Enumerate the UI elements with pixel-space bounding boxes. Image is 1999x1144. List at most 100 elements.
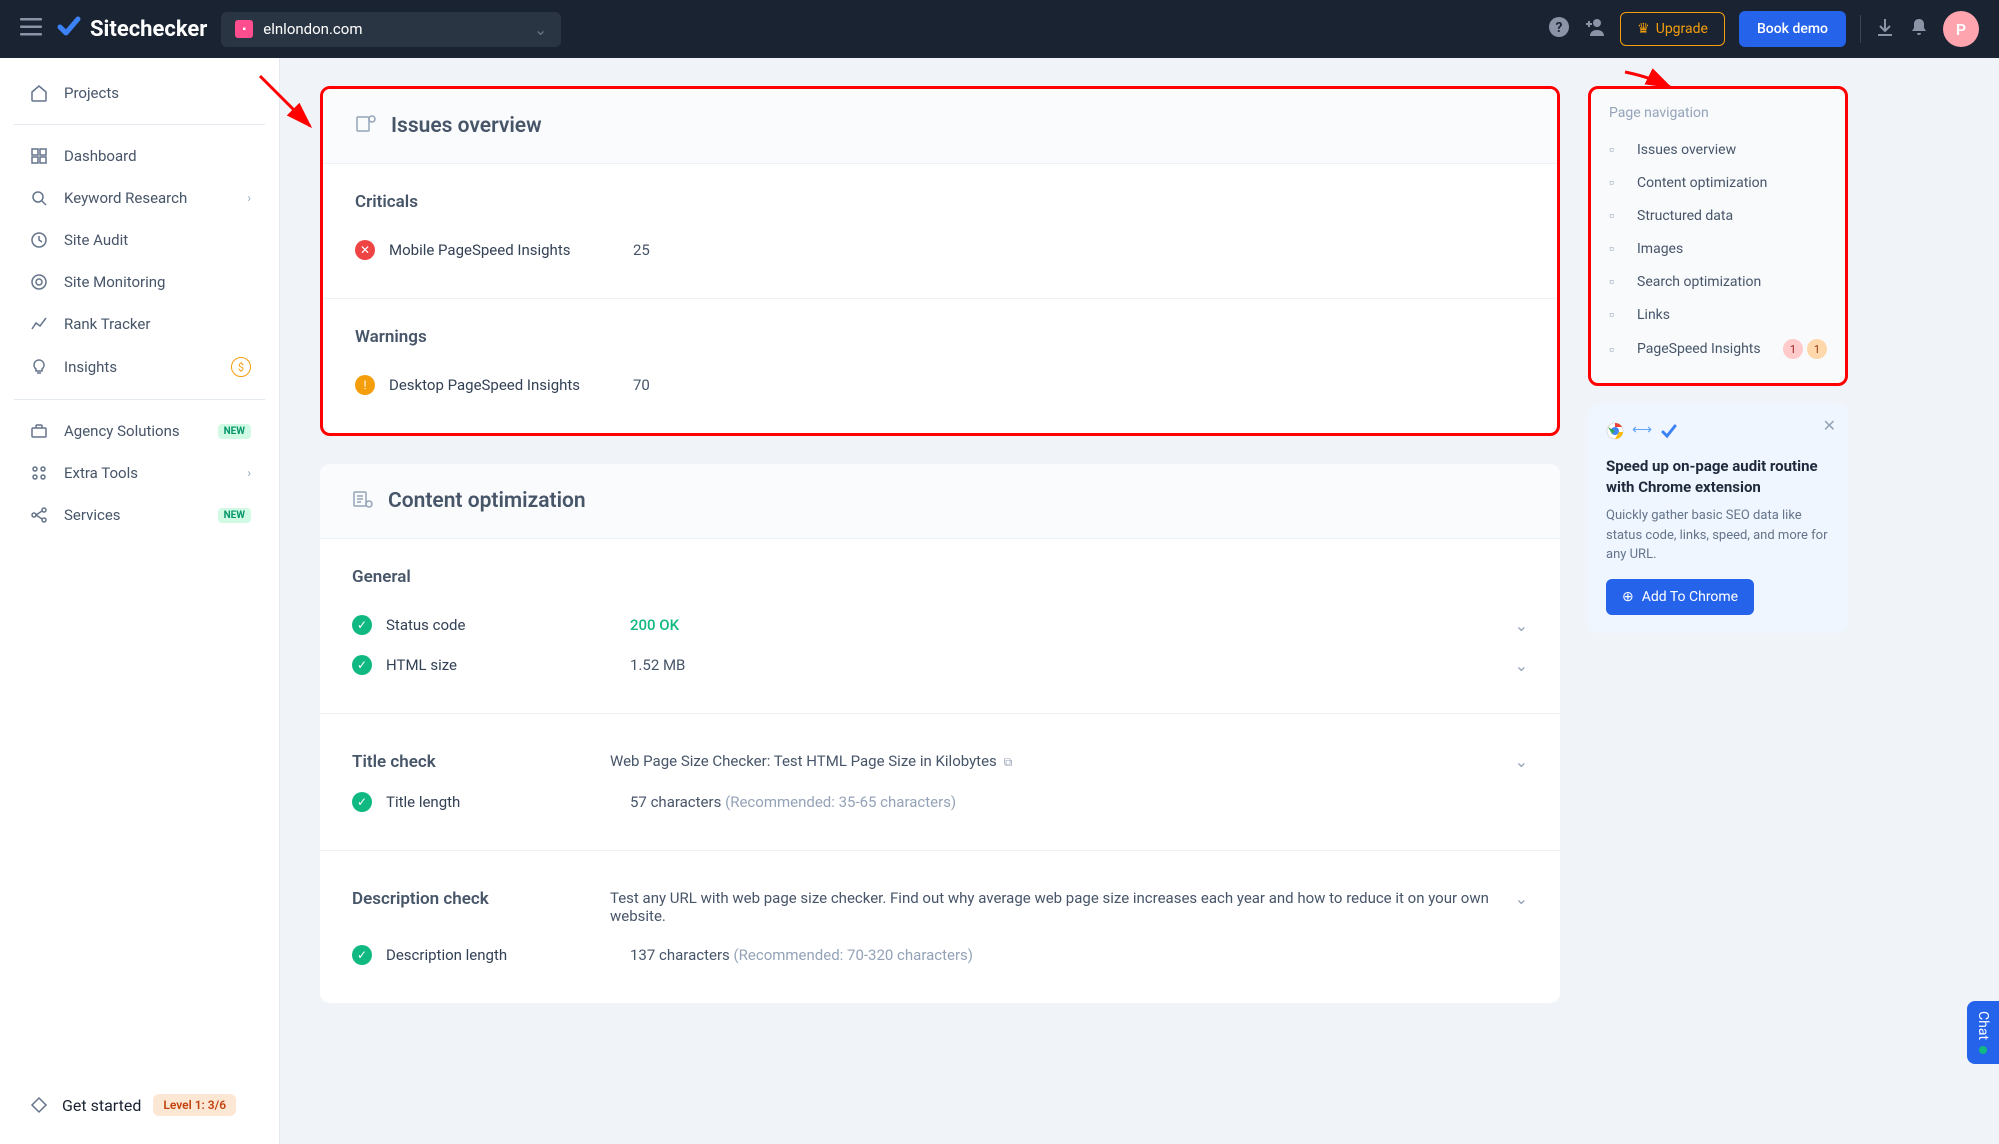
page-navigation-panel: Page navigation ▫Issues overview ▫Conten… (1588, 86, 1848, 386)
domain-favicon-icon: ▪ (235, 20, 253, 38)
nav-search-opt[interactable]: ▫Search optimization (1609, 265, 1827, 298)
content-opt-title: Content optimization (388, 489, 586, 513)
monitor-icon (28, 273, 50, 291)
chevron-down-icon: ⌄ (534, 20, 547, 39)
chevron-down-icon[interactable]: ⌄ (1515, 656, 1528, 675)
general-title: General (352, 567, 1528, 587)
add-to-chrome-button[interactable]: ⊕ Add To Chrome (1606, 579, 1754, 615)
logo[interactable]: Sitechecker (56, 13, 207, 45)
promo-desc: Quickly gather basic SEO data like statu… (1606, 506, 1830, 565)
sidebar-insights[interactable]: Insights $ (0, 345, 279, 389)
nav-title: Page navigation (1609, 105, 1827, 121)
link-icon: ⟷ (1632, 422, 1652, 444)
upgrade-label: Upgrade (1656, 21, 1708, 37)
upgrade-button[interactable]: ♛ Upgrade (1620, 12, 1725, 46)
add-user-icon[interactable] (1584, 16, 1606, 43)
help-icon[interactable]: ? (1548, 16, 1570, 43)
label: Site Audit (64, 231, 128, 249)
label: PageSpeed Insights (1637, 341, 1761, 357)
sidebar-footer[interactable]: Get started Level 1: 3/6 (0, 1080, 279, 1130)
title-length-row: ✓ Title length 57 characters (Recommende… (352, 782, 1528, 822)
svg-text:?: ? (1556, 20, 1563, 36)
sidebar-site-audit[interactable]: Site Audit (0, 219, 279, 261)
chrome-extension-promo: ✕ ⟷ Speed up on-page audit routine with … (1588, 404, 1848, 633)
label: Images (1637, 241, 1683, 257)
download-icon[interactable] (1875, 17, 1895, 42)
search-icon: ▫ (1609, 273, 1625, 290)
close-icon[interactable]: ✕ (1823, 416, 1836, 435)
html-size-row: ✓ HTML size 1.52 MB ⌄ (352, 645, 1528, 685)
home-icon (28, 84, 50, 102)
sidebar-dashboard[interactable]: Dashboard (0, 135, 279, 177)
sidebar-agency[interactable]: Agency SolutionsNEW (0, 410, 279, 452)
warnings-title: Warnings (355, 327, 1525, 347)
briefcase-icon (28, 422, 50, 440)
critical-count-badge: 1 (1783, 339, 1803, 359)
external-link-icon[interactable]: ⧉ (1001, 755, 1013, 769)
value: 25 (633, 241, 1525, 259)
link-icon: ▫ (1609, 306, 1625, 323)
domain-selector[interactable]: ▪ elnlondon.com ⌄ (221, 12, 561, 47)
ok-icon: ✓ (352, 655, 372, 675)
nav-issues-overview[interactable]: ▫Issues overview (1609, 133, 1827, 166)
sidebar-keyword-research[interactable]: Keyword Research› (0, 177, 279, 219)
new-badge: NEW (218, 508, 251, 523)
label: HTML size (386, 656, 616, 674)
hamburger-icon[interactable] (20, 18, 42, 40)
title-check-title: Title check (352, 752, 596, 772)
chat-label: Chat (1975, 1011, 1991, 1040)
chevron-down-icon[interactable]: ⌄ (1515, 752, 1528, 771)
criticals-title: Criticals (355, 192, 1525, 212)
new-badge: NEW (218, 424, 251, 439)
chevron-right-icon: › (247, 466, 251, 480)
label: Links (1637, 307, 1670, 323)
level-badge: Level 1: 3/6 (153, 1094, 236, 1116)
content-icon (352, 488, 374, 514)
status-dot-icon (1979, 1046, 1987, 1054)
critical-row[interactable]: ✕ Mobile PageSpeed Insights 25 (355, 230, 1525, 270)
nav-structured-data[interactable]: ▫Structured data (1609, 199, 1827, 232)
nav-links[interactable]: ▫ Links (1609, 298, 1827, 331)
avatar[interactable]: P (1943, 11, 1979, 47)
desc-snippet: Test any URL with web page size checker.… (610, 889, 1501, 925)
plus-circle-icon: ⊕ (1622, 589, 1634, 605)
error-icon: ✕ (355, 240, 375, 260)
value: 1.52 MB (630, 656, 1501, 674)
label: Insights (64, 358, 117, 376)
value: 137 characters (Recommended: 70-320 char… (630, 946, 1528, 964)
label: Desktop PageSpeed Insights (389, 376, 619, 394)
nav-content-opt[interactable]: ▫Content optimization (1609, 166, 1827, 199)
warning-row[interactable]: ! Desktop PageSpeed Insights 70 (355, 365, 1525, 405)
promo-icons: ⟷ (1606, 422, 1830, 444)
label: Content optimization (1637, 175, 1767, 191)
label: Services (64, 506, 121, 524)
nav-pagespeed[interactable]: ▫PageSpeed Insights 1 1 (1609, 331, 1827, 367)
desc-length-row: ✓ Description length 137 characters (Rec… (352, 935, 1528, 975)
divider (1860, 15, 1861, 43)
ok-icon: ✓ (352, 945, 372, 965)
bulb-icon (28, 358, 50, 376)
ok-icon: ✓ (352, 792, 372, 812)
nav-images[interactable]: ▫ Images (1609, 232, 1827, 265)
sidebar-extra-tools[interactable]: Extra Tools› (0, 452, 279, 494)
sidebar-site-monitoring[interactable]: Site Monitoring (0, 261, 279, 303)
sidebar-projects[interactable]: Projects (0, 72, 279, 114)
sidebar-rank-tracker[interactable]: Rank Tracker (0, 303, 279, 345)
sidebar-services[interactable]: Services NEW (0, 494, 279, 536)
value: 70 (633, 376, 1525, 394)
label: Projects (64, 84, 119, 102)
bell-icon[interactable] (1909, 17, 1929, 42)
insights-badge-icon: $ (231, 357, 251, 377)
domain-text: elnlondon.com (263, 20, 524, 38)
check-icon (1660, 422, 1678, 444)
issues-icon: ▫ (1609, 141, 1625, 158)
chevron-down-icon[interactable]: ⌄ (1515, 889, 1528, 908)
image-icon: ▫ (1609, 240, 1625, 257)
chevron-down-icon[interactable]: ⌄ (1515, 616, 1528, 635)
chevron-right-icon: › (247, 191, 251, 205)
chat-button[interactable]: Chat (1967, 1001, 1999, 1064)
search-icon (28, 189, 50, 207)
warning-icon: ! (355, 375, 375, 395)
book-demo-button[interactable]: Book demo (1739, 11, 1846, 47)
services-icon (28, 506, 50, 524)
